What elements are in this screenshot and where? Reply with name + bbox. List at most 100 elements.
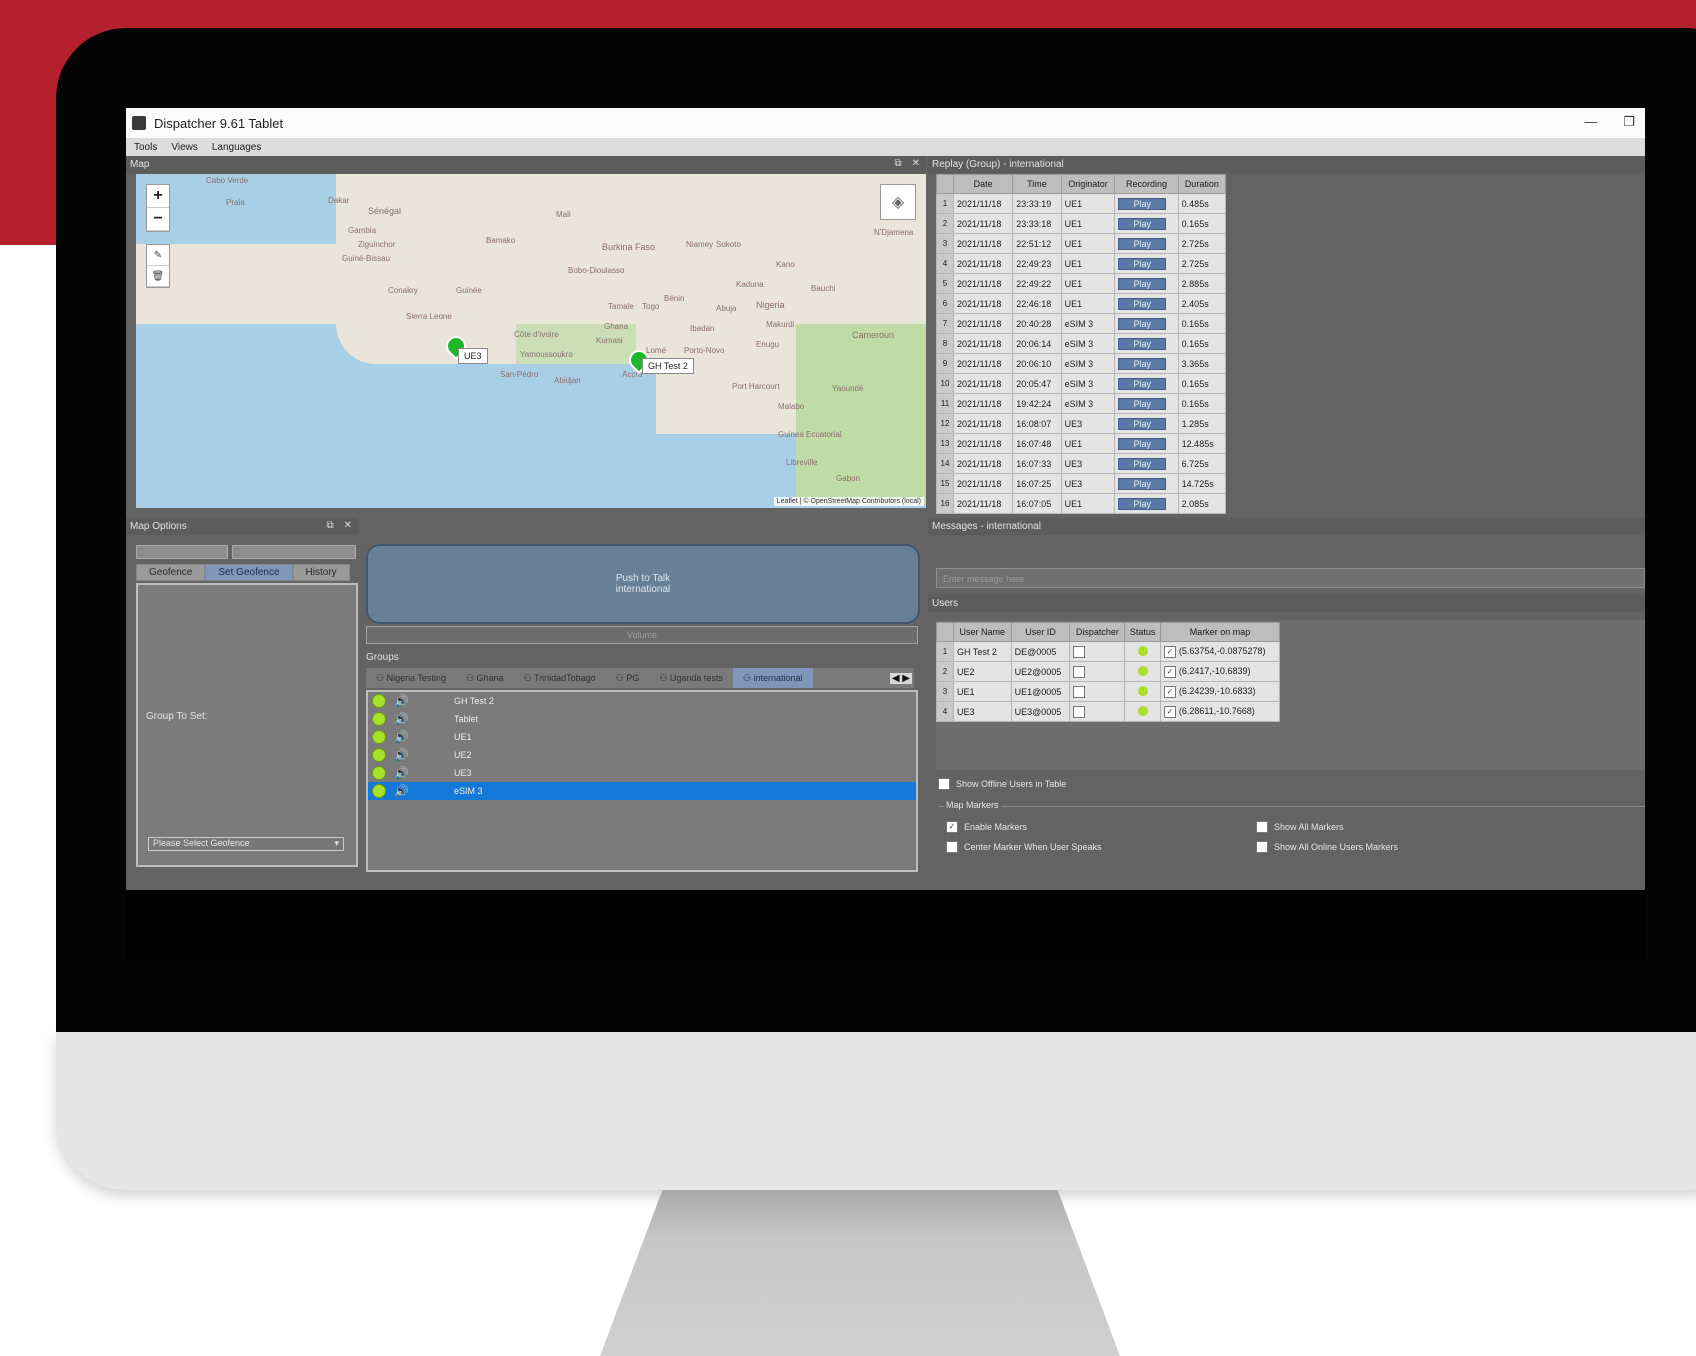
table-header[interactable]: User Name bbox=[953, 622, 1012, 642]
speaker-icon[interactable]: 🔊 bbox=[394, 784, 454, 798]
play-button[interactable]: Play bbox=[1118, 217, 1167, 230]
table-row[interactable]: 13 2021/11/18 16:07:48 UE1 Play 12.485s bbox=[936, 433, 1227, 454]
play-button[interactable]: Play bbox=[1118, 317, 1167, 330]
tab-group[interactable]: ⚇ Ghana bbox=[456, 673, 514, 684]
play-button[interactable]: Play bbox=[1118, 437, 1167, 450]
list-item[interactable]: 🔊 UE2 bbox=[368, 746, 916, 764]
minimize-button[interactable]: — bbox=[1584, 114, 1597, 130]
dispatcher-checkbox[interactable] bbox=[1073, 705, 1086, 718]
table-row[interactable]: 10 2021/11/18 20:05:47 eSIM 3 Play 0.165s bbox=[936, 373, 1227, 394]
table-header[interactable]: Marker on map bbox=[1159, 622, 1281, 642]
table-row[interactable]: 4 2021/11/18 22:49:23 UE1 Play 2.725s bbox=[936, 253, 1227, 274]
table-header[interactable]: Dispatcher bbox=[1069, 622, 1126, 642]
table-row[interactable]: 12 2021/11/18 16:08:07 UE3 Play 1.285s bbox=[936, 413, 1227, 434]
map-attribution[interactable]: Leaflet | © OpenStreetMap Contributors (… bbox=[773, 497, 924, 506]
table-header[interactable]: Recording bbox=[1114, 174, 1179, 194]
play-button[interactable]: Play bbox=[1118, 397, 1167, 410]
tab-scroll-arrows-icon[interactable]: ◀ ▶ bbox=[889, 672, 912, 684]
list-item[interactable]: 🔊 Tablet bbox=[368, 710, 916, 728]
show-all-online-option[interactable]: Show All Online Users Markers bbox=[1256, 841, 1398, 853]
play-button[interactable]: Play bbox=[1118, 277, 1167, 290]
play-button[interactable]: Play bbox=[1118, 337, 1167, 350]
push-to-talk-button[interactable]: Push to Talk international bbox=[366, 544, 920, 624]
play-button[interactable]: Play bbox=[1118, 457, 1167, 470]
close-icon[interactable]: ✕ bbox=[344, 520, 352, 531]
tab-group[interactable]: ⚇ Nigeria Testing bbox=[366, 673, 456, 684]
tab-group[interactable]: ⚇ PG bbox=[606, 673, 650, 684]
table-header[interactable]: Status bbox=[1124, 622, 1161, 642]
play-button[interactable]: Play bbox=[1118, 297, 1167, 310]
play-button[interactable]: Play bbox=[1118, 377, 1167, 390]
table-row[interactable]: 3 2021/11/18 22:51:12 UE1 Play 2.725s bbox=[936, 233, 1227, 254]
play-button[interactable]: Play bbox=[1118, 497, 1167, 510]
speaker-icon[interactable]: 🔊 bbox=[394, 766, 454, 780]
geofence-select[interactable]: Please Select Geofence ▾ bbox=[148, 837, 344, 851]
show-offline-option[interactable]: Show Offline Users in Table bbox=[938, 778, 1066, 790]
dispatcher-checkbox[interactable] bbox=[1073, 645, 1086, 658]
dispatcher-checkbox[interactable] bbox=[1073, 685, 1086, 698]
float-icon[interactable]: ⧉ bbox=[894, 158, 901, 169]
list-item[interactable]: 🔊 UE3 bbox=[368, 764, 916, 782]
marker-checkbox[interactable]: ✓ bbox=[1163, 685, 1176, 698]
float-icon[interactable]: ⧉ bbox=[326, 520, 333, 531]
center-marker-option[interactable]: Center Marker When User Speaks bbox=[946, 841, 1102, 853]
list-item[interactable]: 🔊 GH Test 2 bbox=[368, 692, 916, 710]
table-row[interactable]: 9 2021/11/18 20:06:10 eSIM 3 Play 3.365s bbox=[936, 353, 1227, 374]
play-button[interactable]: Play bbox=[1118, 197, 1167, 210]
table-row[interactable]: 15 2021/11/18 16:07:25 UE3 Play 14.725s bbox=[936, 473, 1227, 494]
play-button[interactable]: Play bbox=[1118, 237, 1167, 250]
enable-markers-checkbox[interactable]: ✓ bbox=[946, 821, 958, 833]
tab-group[interactable]: ⚇ Uganda tests bbox=[649, 673, 733, 684]
tab-history[interactable]: History bbox=[292, 564, 350, 581]
table-row[interactable]: 4 UE3 UE3@0005 ✓ (6.28611,-10.7668) bbox=[936, 701, 1281, 722]
speaker-icon[interactable]: 🔊 bbox=[394, 694, 454, 708]
table-row[interactable]: 7 2021/11/18 20:40:28 eSIM 3 Play 0.165s bbox=[936, 313, 1227, 334]
speaker-icon[interactable]: 🔊 bbox=[394, 730, 454, 744]
restore-button[interactable]: ❐ bbox=[1623, 114, 1635, 130]
table-row[interactable]: 2 UE2 UE2@0005 ✓ (6.2417,-10.6839) bbox=[936, 661, 1281, 682]
speaker-icon[interactable]: 🔊 bbox=[394, 748, 454, 762]
table-row[interactable]: 1 2021/11/18 23:33:19 UE1 Play 0.485s bbox=[936, 193, 1227, 214]
edit-icon[interactable]: ✎ bbox=[147, 245, 169, 266]
list-item-selected[interactable]: 🔊 eSIM 3 bbox=[368, 782, 916, 800]
table-header[interactable]: Date bbox=[952, 174, 1014, 194]
tab-group[interactable]: ⚇ TrinidadTobago bbox=[514, 673, 606, 684]
disabled-button[interactable] bbox=[232, 545, 356, 559]
marker-checkbox[interactable]: ✓ bbox=[1163, 705, 1176, 718]
play-button[interactable]: Play bbox=[1118, 357, 1167, 370]
table-row[interactable]: 8 2021/11/18 20:06:14 eSIM 3 Play 0.165s bbox=[936, 333, 1227, 354]
message-input[interactable]: Enter message here bbox=[936, 568, 1645, 588]
table-header[interactable]: Duration bbox=[1177, 174, 1227, 194]
menu-languages[interactable]: Languages bbox=[212, 142, 262, 153]
marker-checkbox[interactable]: ✓ bbox=[1163, 645, 1176, 658]
table-header[interactable]: User ID bbox=[1010, 622, 1071, 642]
table-row[interactable]: 14 2021/11/18 16:07:33 UE3 Play 6.725s bbox=[936, 453, 1227, 474]
trash-icon[interactable]: 🗑 bbox=[147, 266, 169, 287]
volume-slider[interactable]: Volume bbox=[366, 626, 918, 644]
table-row[interactable]: 16 2021/11/18 16:07:05 UE1 Play 2.085s bbox=[936, 493, 1227, 514]
speaker-icon[interactable]: 🔊 bbox=[394, 712, 454, 726]
zoom-out-button[interactable]: − bbox=[147, 208, 169, 231]
map-view[interactable]: Cabo Verde Praia Dakar Sénégal Gambia Zi… bbox=[136, 174, 926, 508]
play-button[interactable]: Play bbox=[1118, 417, 1167, 430]
table-row[interactable]: 6 2021/11/18 22:46:18 UE1 Play 2.405s bbox=[936, 293, 1227, 314]
show-all-markers-checkbox[interactable] bbox=[1256, 821, 1268, 833]
play-button[interactable]: Play bbox=[1118, 257, 1167, 270]
table-row[interactable]: 11 2021/11/18 19:42:24 eSIM 3 Play 0.165s bbox=[936, 393, 1227, 414]
table-row[interactable]: 5 2021/11/18 22:49:22 UE1 Play 2.885s bbox=[936, 273, 1227, 294]
disabled-button[interactable] bbox=[136, 545, 228, 559]
list-item[interactable]: 🔊 UE1 bbox=[368, 728, 916, 746]
play-button[interactable]: Play bbox=[1118, 477, 1167, 490]
marker-checkbox[interactable]: ✓ bbox=[1163, 665, 1176, 678]
table-row[interactable]: 3 UE1 UE1@0005 ✓ (6.24239,-10.6833) bbox=[936, 681, 1281, 702]
enable-markers-option[interactable]: ✓ Enable Markers bbox=[946, 821, 1027, 833]
layers-icon[interactable]: ◈ bbox=[880, 184, 916, 220]
zoom-in-button[interactable]: + bbox=[147, 185, 169, 208]
show-offline-checkbox[interactable] bbox=[938, 778, 950, 790]
table-header[interactable]: Originator bbox=[1060, 174, 1116, 194]
show-all-markers-option[interactable]: Show All Markers bbox=[1256, 821, 1344, 833]
tab-geofence[interactable]: Geofence bbox=[136, 564, 206, 581]
show-all-online-checkbox[interactable] bbox=[1256, 841, 1268, 853]
table-row[interactable]: 1 GH Test 2 DE@0005 ✓ (5.63754,-0.0875278) bbox=[936, 641, 1281, 662]
center-marker-checkbox[interactable] bbox=[946, 841, 958, 853]
